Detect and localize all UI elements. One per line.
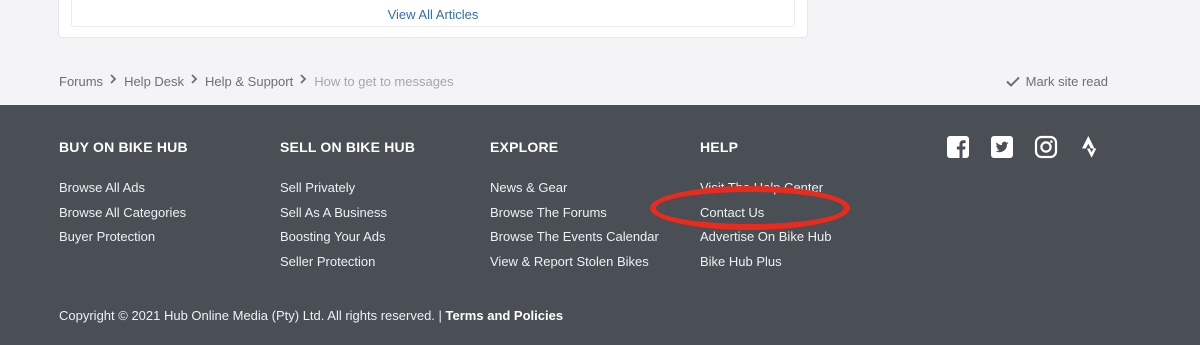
breadcrumb-current: How to get to messages (314, 74, 454, 89)
social-links (946, 135, 1122, 159)
footer-link-news-gear[interactable]: News & Gear (490, 180, 567, 195)
footer-column-sell: SELL ON BIKE HUB Sell Privately Sell As … (280, 139, 415, 274)
copyright-line: Copyright © 2021 Hub Online Media (Pty) … (59, 308, 563, 323)
footer-link-advertise[interactable]: Advertise On Bike Hub (700, 229, 832, 244)
copyright-text: Copyright © 2021 Hub Online Media (Pty) … (59, 308, 442, 323)
breadcrumb-forums[interactable]: Forums (59, 74, 103, 89)
footer-link-browse-all-categories[interactable]: Browse All Categories (59, 205, 186, 220)
facebook-icon[interactable] (946, 135, 990, 159)
footer-link-browse-all-ads[interactable]: Browse All Ads (59, 180, 145, 195)
articles-card: View All Articles (58, 0, 808, 38)
footer-link-stolen-bikes[interactable]: View & Report Stolen Bikes (490, 254, 649, 269)
terms-policies-link[interactable]: Terms and Policies (446, 308, 564, 323)
footer-heading-help: HELP (700, 139, 739, 155)
check-icon (1005, 76, 1020, 87)
footer-column-explore: EXPLORE News & Gear Browse The Forums Br… (490, 139, 659, 274)
mark-site-read-button[interactable]: Mark site read (1005, 74, 1108, 89)
footer-heading-explore: EXPLORE (490, 139, 559, 155)
footer-column-help: HELP Visit The Help Center Contact Us Ad… (700, 139, 832, 274)
footer-link-seller-protection[interactable]: Seller Protection (280, 254, 375, 269)
footer-link-contact-us[interactable]: Contact Us (700, 205, 764, 220)
mark-site-read-label: Mark site read (1025, 74, 1108, 89)
footer-link-sell-as-business[interactable]: Sell As A Business (280, 205, 387, 220)
chevron-right-icon (191, 74, 198, 87)
breadcrumb-help-support[interactable]: Help & Support (205, 74, 293, 89)
footer-link-boosting-ads[interactable]: Boosting Your Ads (280, 229, 386, 244)
footer-link-browse-forums[interactable]: Browse The Forums (490, 205, 607, 220)
footer-link-help-center[interactable]: Visit The Help Center (700, 180, 823, 195)
footer-link-events-calendar[interactable]: Browse The Events Calendar (490, 229, 659, 244)
footer-column-buy: BUY ON BIKE HUB Browse All Ads Browse Al… (59, 139, 188, 250)
view-all-articles-link[interactable]: View All Articles (388, 7, 479, 22)
chevron-right-icon (110, 74, 117, 87)
footer-link-sell-privately[interactable]: Sell Privately (280, 180, 355, 195)
articles-card-footer: View All Articles (71, 0, 795, 27)
footer-heading-buy: BUY ON BIKE HUB (59, 139, 188, 155)
strava-icon[interactable] (1078, 135, 1122, 159)
breadcrumb-help-desk[interactable]: Help Desk (124, 74, 184, 89)
footer-link-bike-hub-plus[interactable]: Bike Hub Plus (700, 254, 782, 269)
footer-link-buyer-protection[interactable]: Buyer Protection (59, 229, 155, 244)
breadcrumb: Forums Help Desk Help & Support How to g… (59, 74, 454, 89)
site-footer: BUY ON BIKE HUB Browse All Ads Browse Al… (0, 105, 1200, 345)
instagram-icon[interactable] (1034, 135, 1078, 159)
footer-heading-sell: SELL ON BIKE HUB (280, 139, 416, 155)
chevron-right-icon (300, 74, 307, 87)
twitter-icon[interactable] (990, 135, 1034, 159)
